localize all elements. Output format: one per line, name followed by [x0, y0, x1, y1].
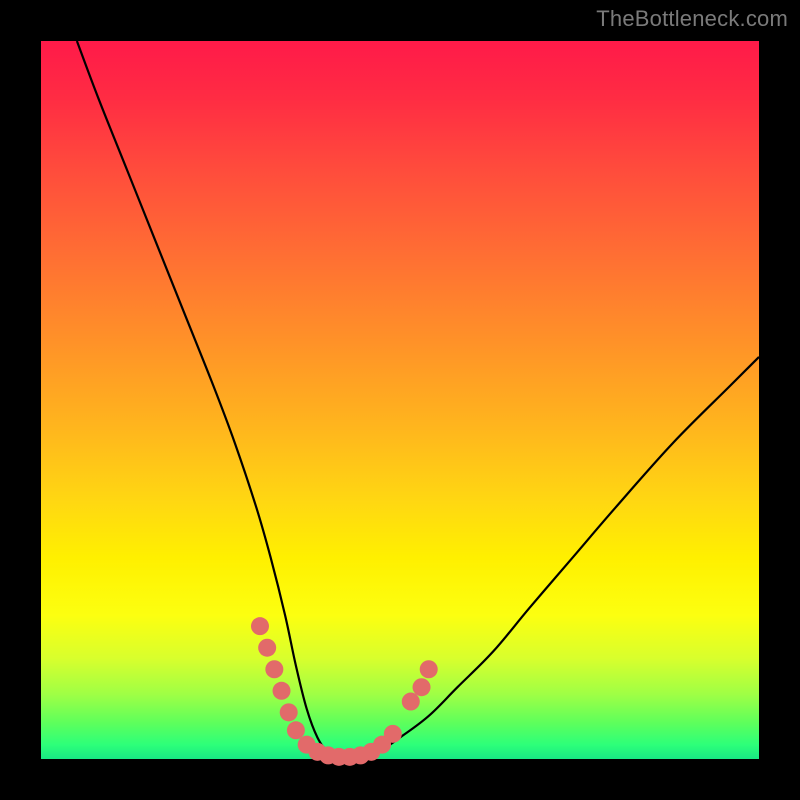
- curve-marker: [420, 660, 438, 678]
- curve-marker: [413, 678, 431, 696]
- curve-marker: [251, 617, 269, 635]
- bottleneck-curve: [77, 41, 759, 760]
- curve-markers: [251, 617, 438, 766]
- chart-plot-area: [41, 41, 759, 759]
- watermark-text: TheBottleneck.com: [596, 6, 788, 32]
- curve-marker: [402, 693, 420, 711]
- curve-marker: [273, 682, 291, 700]
- curve-marker: [287, 721, 305, 739]
- curve-marker: [280, 703, 298, 721]
- curve-marker: [265, 660, 283, 678]
- chart-frame: TheBottleneck.com: [0, 0, 800, 800]
- curve-marker: [258, 639, 276, 657]
- chart-svg: [41, 41, 759, 759]
- curve-marker: [384, 725, 402, 743]
